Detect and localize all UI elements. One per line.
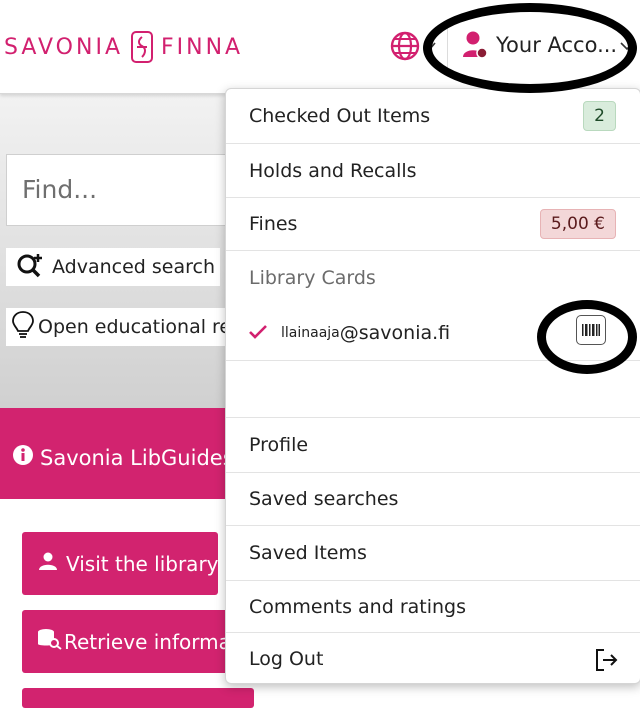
info-icon: [12, 444, 34, 471]
logo-emblem-icon: [129, 30, 155, 64]
checked-out-label: Checked Out Items: [249, 105, 431, 127]
site-header: SAVONIA FINNA Your Acco...: [0, 0, 640, 94]
savonia-finna-logo[interactable]: SAVONIA FINNA: [4, 30, 243, 64]
retrieve-information-label: Retrieve informat: [64, 629, 239, 654]
visit-library-label: Visit the library: [66, 551, 218, 576]
third-pink-button[interactable]: [22, 688, 254, 708]
fines-label: Fines: [249, 213, 298, 235]
menu-item-logout[interactable]: Log Out: [226, 633, 640, 685]
saved-items-label: Saved Items: [249, 542, 367, 564]
menu-item-comments[interactable]: Comments and ratings: [226, 581, 640, 633]
libguides-label: Savonia LibGuides: [40, 445, 234, 470]
menu-item-profile[interactable]: Profile: [226, 418, 640, 473]
user-icon: [462, 30, 488, 60]
account-chevron-down-icon[interactable]: [619, 38, 635, 54]
header-divider: [447, 24, 448, 70]
library-cards-label: Library Cards: [249, 267, 376, 289]
comments-label: Comments and ratings: [249, 595, 466, 618]
account-menu-toggle[interactable]: Your Acco...: [462, 30, 617, 60]
holds-label: Holds and Recalls: [249, 159, 417, 182]
search-plus-icon: [16, 252, 46, 283]
menu-item-fines[interactable]: Fines 5,00 €: [226, 198, 640, 251]
card-suffix: @savonia.fi: [339, 321, 451, 344]
fines-amount-badge: 5,00 €: [539, 209, 616, 239]
logo-text-savonia: SAVONIA: [4, 34, 123, 60]
visit-library-button[interactable]: Visit the library: [22, 532, 218, 595]
menu-item-saved-items[interactable]: Saved Items: [226, 526, 640, 581]
menu-item-checked-out[interactable]: Checked Out Items 2: [226, 89, 640, 144]
advanced-search-button[interactable]: Advanced search: [6, 248, 220, 286]
advanced-search-label: Advanced search: [52, 256, 216, 278]
card-divider: [226, 360, 640, 361]
libguides-link[interactable]: Savonia LibGuides: [12, 444, 234, 471]
open-educational-resources-link[interactable]: Open educational re: [6, 308, 246, 346]
profile-label: Profile: [249, 434, 309, 456]
person-icon: [38, 551, 58, 576]
language-chevron-down-icon[interactable]: [423, 38, 437, 52]
oer-label: Open educational re: [38, 316, 232, 338]
account-dropdown-menu: Checked Out Items 2 Holds and Recalls Fi…: [225, 88, 640, 684]
lightbulb-icon: [10, 309, 36, 346]
database-search-icon: [36, 628, 62, 655]
retrieve-information-button[interactable]: Retrieve informat: [22, 610, 254, 673]
search-input[interactable]: Find...: [6, 154, 246, 226]
library-cards-header: Library Cards: [226, 251, 640, 305]
logout-label: Log Out: [249, 648, 324, 670]
account-label: Your Acco...: [496, 33, 618, 57]
barcode-icon[interactable]: [576, 315, 606, 345]
check-icon: [249, 322, 267, 344]
logo-text-finna: FINNA: [161, 34, 244, 60]
checked-out-count-badge: 2: [583, 101, 616, 131]
menu-item-saved-searches[interactable]: Saved searches: [226, 473, 640, 526]
logout-icon: [594, 648, 618, 677]
card-prefix: llainaaja: [281, 324, 340, 341]
saved-searches-label: Saved searches: [249, 488, 399, 510]
language-globe-icon[interactable]: [390, 31, 420, 61]
menu-item-holds[interactable]: Holds and Recalls: [226, 144, 640, 198]
